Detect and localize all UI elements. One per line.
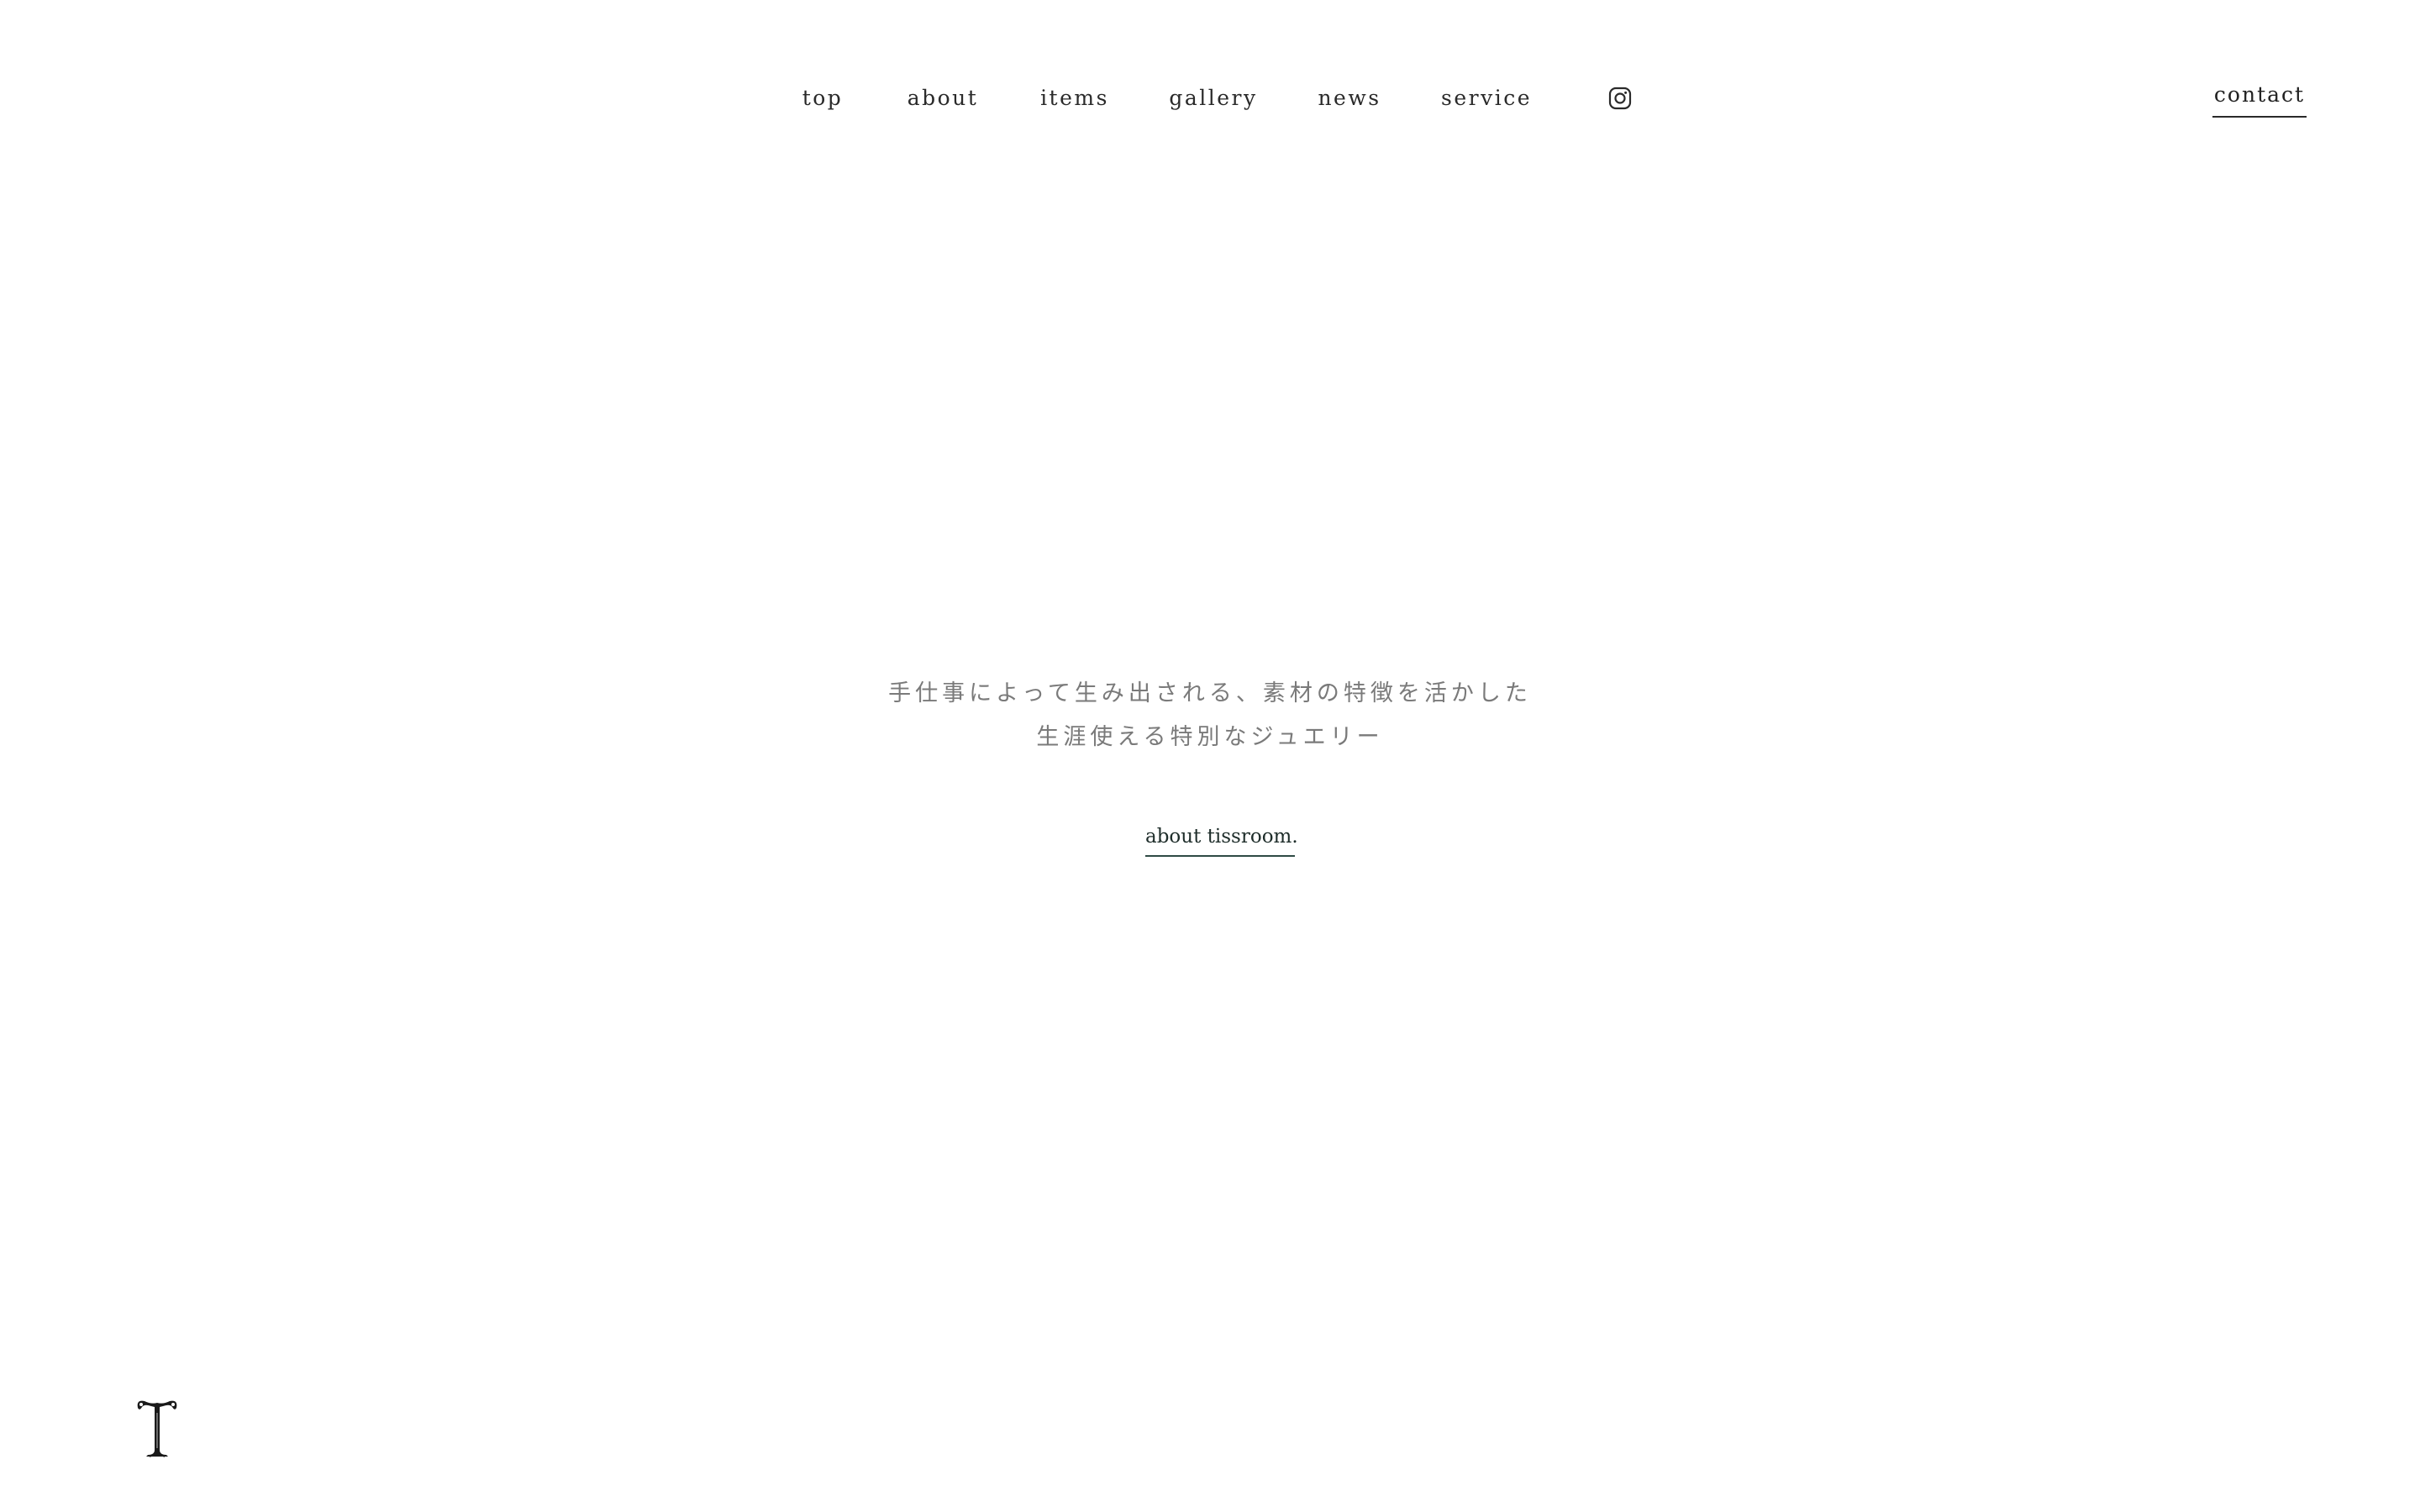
hero-tagline: 手仕事によって生み出される、素材の特徴を活かした 生涯使える特別なジュエリー — [0, 672, 2420, 759]
tissroom-logo[interactable] — [133, 1396, 182, 1460]
hero-tagline-line-1: 手仕事によって生み出される、素材の特徴を活かした — [888, 680, 1532, 706]
nav-item-about[interactable]: about — [908, 84, 979, 113]
about-tissroom-link[interactable]: about tissroom. — [1145, 820, 1298, 857]
contact-link[interactable]: contact — [2212, 81, 2307, 118]
nav-item-service[interactable]: service — [1441, 84, 1532, 113]
nav-item-top[interactable]: top — [802, 84, 844, 113]
instagram-icon[interactable] — [1608, 87, 1632, 110]
nav-item-gallery[interactable]: gallery — [1169, 84, 1257, 113]
nav-item-news[interactable]: news — [1318, 84, 1381, 113]
hero-tagline-line-2: 生涯使える特別なジュエリー — [1036, 724, 1384, 750]
main-nav: top about items gallery news service — [0, 84, 2420, 118]
nav-item-items[interactable]: items — [1040, 84, 1109, 113]
